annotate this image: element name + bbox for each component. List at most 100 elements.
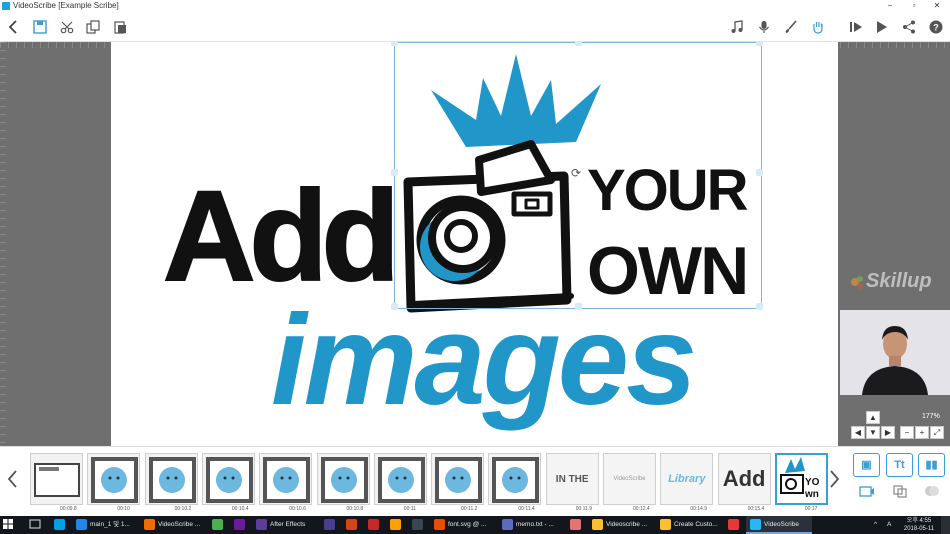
timeline-thumbnail[interactable] (30, 453, 83, 505)
timeline-thumbnail[interactable]: Add (717, 453, 771, 505)
taskbar-item[interactable]: Videoscribe ... (588, 516, 654, 534)
taskbar-item[interactable] (320, 516, 340, 534)
taskbar-item[interactable]: Create Custo... (656, 516, 722, 534)
zoom-out-button[interactable]: − (900, 426, 914, 439)
music-icon[interactable] (728, 18, 746, 36)
taskbar-item[interactable]: memo.txt - ... (498, 516, 564, 534)
pan-left-button[interactable]: ◀ (851, 426, 865, 439)
taskbar-item[interactable] (566, 516, 586, 534)
timeline-timestamp: 00:11.9 (575, 506, 592, 512)
pan-right-button[interactable]: ▶ (881, 426, 895, 439)
pr-icon (234, 518, 245, 530)
taskbar-item[interactable] (50, 516, 70, 534)
taskbar-item[interactable] (408, 516, 428, 534)
timeline-scroll-left-icon[interactable] (6, 467, 18, 491)
ime-indicator[interactable]: A (887, 516, 897, 534)
taskbar-item[interactable]: After Effects (252, 516, 318, 534)
timeline-thumbnail[interactable] (316, 453, 370, 505)
taskbar-item-label: VideoScribe ... (158, 521, 201, 528)
close-button[interactable]: ✕ (927, 0, 947, 12)
thumb-face-icon (435, 457, 483, 503)
timeline-scroll-right-icon[interactable] (829, 467, 841, 491)
copy-icon[interactable] (84, 18, 102, 36)
add-text-button[interactable]: Tt (886, 453, 913, 477)
timeline-thumbnail[interactable]: Library (660, 453, 714, 505)
cut-icon[interactable] (58, 18, 76, 36)
help-icon[interactable]: ? (927, 18, 945, 36)
fit-screen-button[interactable]: ⤢ (930, 426, 944, 439)
timeline-thumbnail[interactable] (259, 453, 313, 505)
timeline-thumbnail[interactable] (431, 453, 485, 505)
taskbar-item[interactable] (724, 516, 744, 534)
pan-up-button[interactable]: ▲ (866, 411, 880, 424)
taskbar-item[interactable]: font.svg @ ... (430, 516, 496, 534)
taskbar-item-label: main_1 및 1... (90, 521, 130, 528)
task-view-icon[interactable] (29, 516, 43, 534)
timeline-thumbnail[interactable] (201, 453, 255, 505)
timeline-thumbnail[interactable]: YO wn (774, 453, 828, 505)
taskbar-item[interactable] (386, 516, 406, 534)
camera-position-icon[interactable] (853, 483, 880, 507)
timeline-timestamp: 00:11 (403, 506, 416, 512)
thumb-camera-icon: YOwn (776, 455, 826, 503)
action-center-icon[interactable] (941, 516, 950, 534)
thumb-text: Library (661, 454, 713, 504)
thumb-window-icon (34, 463, 80, 497)
selection-box[interactable] (391, 42, 763, 310)
microphone-icon[interactable] (755, 18, 773, 36)
resize-handle[interactable] (575, 42, 582, 46)
start-button[interactable] (3, 516, 17, 534)
add-chart-button[interactable]: ▮▮ (918, 453, 945, 477)
taskbar-item-label: Create Custo... (674, 521, 718, 528)
resize-handle[interactable] (575, 303, 582, 310)
taskbar-item[interactable] (208, 516, 228, 534)
taskbar-item-label: VideoScribe (764, 521, 799, 528)
pan-down-button[interactable]: ▼ (866, 426, 880, 439)
resize-handle[interactable] (756, 169, 763, 176)
preview-icon[interactable] (847, 18, 865, 36)
canvas[interactable]: Add YOUR OWN images ⟳ (111, 42, 838, 446)
folder3-icon (660, 518, 671, 530)
notification-chevron-icon[interactable]: ^ (874, 516, 886, 534)
timeline-timestamp: 00:09.8 (60, 506, 77, 512)
resize-handle[interactable] (391, 42, 398, 46)
ps-icon (54, 518, 65, 530)
back-icon[interactable] (4, 18, 22, 36)
timeline-thumbnail[interactable] (373, 453, 427, 505)
timeline-thumbnail[interactable] (87, 453, 141, 505)
maximize-button[interactable]: ▫ (904, 0, 924, 12)
morph-icon[interactable] (918, 483, 945, 507)
clock[interactable]: 오후 4:55 2018-05-11 (899, 516, 939, 534)
minimize-button[interactable]: − (880, 0, 900, 12)
transition-icon[interactable] (886, 483, 913, 507)
left-ruler (0, 42, 6, 446)
canvas-text-add[interactable]: Add (162, 164, 401, 309)
brush-icon[interactable] (782, 18, 800, 36)
taskbar-item[interactable] (230, 516, 250, 534)
resize-handle[interactable] (756, 42, 763, 46)
resize-handle[interactable] (756, 303, 763, 310)
timeline-thumbnail[interactable] (144, 453, 198, 505)
timeline: 00:09.8 00:10 00:10.2 00:10.4 00:10.6 00:10.8… (0, 446, 950, 516)
hand-icon[interactable] (809, 18, 827, 36)
save-icon[interactable] (31, 18, 49, 36)
resize-handle[interactable] (391, 169, 398, 176)
timeline-timestamp: 00:15.4 (747, 506, 765, 512)
timeline-thumbnail[interactable] (488, 453, 542, 505)
taskbar-item[interactable]: VideoScribe (746, 516, 812, 534)
zoom-controls: ▲ ◀ ▼ ▶ − + ⤢ 177% (840, 410, 950, 444)
taskbar-item[interactable]: main_1 및 1... (72, 516, 138, 534)
timeline-thumbnail[interactable]: IN THE (545, 453, 599, 505)
play-icon[interactable] (873, 18, 891, 36)
add-image-button[interactable]: ▣ (853, 453, 880, 477)
zoom-in-button[interactable]: + (915, 426, 929, 439)
resize-handle[interactable] (391, 303, 398, 310)
taskbar-item[interactable] (364, 516, 384, 534)
timeline-thumbnail[interactable]: VideoScribe (603, 453, 656, 505)
canvas-text-images[interactable]: images (271, 289, 697, 432)
taskbar-item[interactable] (342, 516, 362, 534)
share-icon[interactable] (900, 18, 918, 36)
stage-area[interactable]: Add YOUR OWN images ⟳ (0, 42, 950, 446)
paste-icon[interactable] (111, 18, 129, 36)
taskbar-item[interactable]: VideoScribe ... (140, 516, 206, 534)
